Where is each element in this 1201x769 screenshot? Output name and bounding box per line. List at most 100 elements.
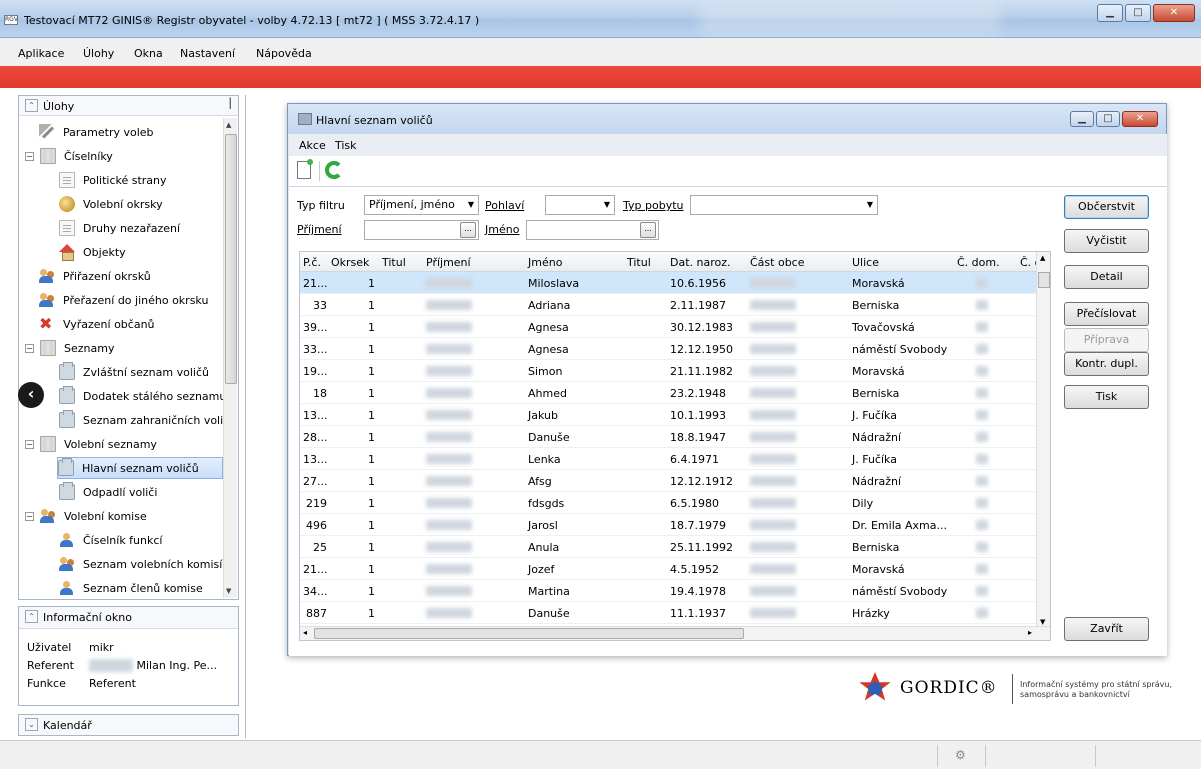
- collapse-node-icon[interactable]: −: [25, 343, 34, 353]
- col-ulice[interactable]: Ulice: [852, 256, 879, 269]
- cell-datum-narozeni: 10.6.1956: [670, 277, 726, 290]
- menu-okna[interactable]: Okna: [134, 47, 163, 60]
- tasks-panel-header[interactable]: ⌃ Úlohy ꟾ: [19, 96, 238, 116]
- renumber-button[interactable]: Přečíslovat: [1064, 302, 1149, 326]
- inner-close-button[interactable]: ✕: [1122, 111, 1158, 127]
- tree-item-zahranicni-volici[interactable]: Seznam zahraničních voličů: [59, 409, 224, 431]
- tree-item-politicke-strany[interactable]: Politické strany: [59, 169, 167, 191]
- scroll-thumb[interactable]: [314, 628, 744, 639]
- expand-icon[interactable]: ⌄: [25, 718, 38, 731]
- scroll-down-icon[interactable]: ▼: [226, 587, 231, 595]
- scroll-down-icon[interactable]: ▼: [1040, 618, 1045, 626]
- tree-item-zvlastni-seznam[interactable]: Zvláštní seznam voličů: [59, 361, 209, 383]
- menu-tisk[interactable]: Tisk: [335, 139, 357, 152]
- table-hscroll[interactable]: ◂ ▸: [300, 626, 1050, 640]
- maximize-button[interactable]: □: [1125, 4, 1151, 22]
- tree-item-volebni-komise[interactable]: − Volební komise: [25, 505, 147, 527]
- residence-type-select[interactable]: ▼: [690, 195, 878, 215]
- table-row[interactable]: 39... 1 Agnesa 30.12.1983 Tovačovská: [300, 316, 1040, 338]
- collapse-icon[interactable]: ⌃: [25, 610, 38, 623]
- menu-aplikace[interactable]: Aplikace: [18, 47, 64, 60]
- table-row[interactable]: 21... 1 Miloslava 10.6.1956 Moravská: [300, 272, 1040, 294]
- table-row[interactable]: 18 1 Ahmed 23.2.1948 Berniska: [300, 382, 1040, 404]
- menu-akce[interactable]: Akce: [299, 139, 326, 152]
- collapse-node-icon[interactable]: −: [25, 439, 34, 449]
- collapse-node-icon[interactable]: −: [25, 511, 34, 521]
- info-panel-header[interactable]: ⌃ Informační okno: [19, 607, 238, 629]
- redacted-cell: [426, 410, 472, 420]
- tree-item-dodatek[interactable]: Dodatek stálého seznamu: [59, 385, 224, 407]
- tree-item-volebni-okrsky[interactable]: Volební okrsky: [59, 193, 163, 215]
- inner-maximize-button[interactable]: □: [1096, 111, 1120, 127]
- detail-button[interactable]: Detail: [1064, 265, 1149, 289]
- scroll-right-icon[interactable]: ▸: [1028, 628, 1032, 637]
- table-row[interactable]: 21... 1 Jozef 4.5.1952 Moravská: [300, 558, 1040, 580]
- close-button[interactable]: ✕: [1153, 4, 1195, 22]
- tree-item-objekty[interactable]: Objekty: [59, 241, 126, 263]
- col-datum-narozeni[interactable]: Dat. naroz.: [670, 256, 731, 269]
- calendar-panel[interactable]: ⌄ Kalendář: [18, 714, 239, 736]
- collapse-node-icon[interactable]: −: [25, 151, 34, 161]
- table-row[interactable]: 25 1 Anula 25.11.1992 Berniska: [300, 536, 1040, 558]
- tree-item-ciselnik-funkci[interactable]: Číselník funkcí: [59, 529, 162, 551]
- table-row[interactable]: 34... 1 Martina 19.4.1978 náměstí Svobody: [300, 580, 1040, 602]
- filter-type-select[interactable]: Příjmení, jméno ▼: [364, 195, 479, 215]
- gender-select[interactable]: ▼: [545, 195, 615, 215]
- tree-item-vyrazeni-obcanu[interactable]: Vyřazení občanů: [39, 313, 155, 335]
- table-row[interactable]: 19... 1 Simon 21.11.1982 Moravská: [300, 360, 1040, 382]
- scroll-left-icon[interactable]: ◂: [303, 628, 307, 637]
- tree-item-prerazeni-okrsku[interactable]: Přeřazení do jiného okrsku: [39, 289, 208, 311]
- tree-item-odpadli-volici[interactable]: Odpadlí voliči: [59, 481, 157, 503]
- refresh-icon[interactable]: [325, 161, 343, 179]
- scroll-thumb[interactable]: [1038, 272, 1050, 288]
- back-arrow-icon[interactable]: ‹: [18, 382, 44, 408]
- menu-nastaveni[interactable]: Nastavení: [180, 47, 235, 60]
- tree-item-prirazeni-okrsku[interactable]: Přiřazení okrsků: [39, 265, 151, 287]
- col-okrsek[interactable]: Okrsek: [331, 256, 369, 269]
- tree-item-seznam-komisi[interactable]: Seznam volebních komisí: [59, 553, 222, 575]
- check-duplicates-button[interactable]: Kontr. dupl.: [1064, 352, 1149, 376]
- table-row[interactable]: 13... 1 Lenka 6.4.1971 J. Fučíka: [300, 448, 1040, 470]
- col-cislo-domu[interactable]: Č. dom.: [957, 256, 1000, 269]
- tree-item-seznamy[interactable]: − Seznamy: [25, 337, 114, 359]
- table-row[interactable]: 219 1 fdsgds 6.5.1980 Dily: [300, 492, 1040, 514]
- table-vscroll[interactable]: ▲ ▼: [1036, 252, 1050, 628]
- firstname-browse-button[interactable]: ...: [640, 222, 656, 238]
- col-prijmeni[interactable]: Příjmení: [426, 256, 471, 269]
- table-row[interactable]: 27... 1 Afsg 12.12.1912 Nádražní: [300, 470, 1040, 492]
- tree-item-clenove-komise[interactable]: Seznam členů komise: [59, 577, 203, 598]
- tree-item-druhy-nezarazeni[interactable]: Druhy nezařazení: [59, 217, 180, 239]
- pin-icon[interactable]: ꟾ: [228, 98, 232, 112]
- clear-button[interactable]: Vyčistit: [1064, 229, 1149, 253]
- table-row[interactable]: 496 1 Jarosl 18.7.1979 Dr. Emila Axma...: [300, 514, 1040, 536]
- collapse-icon[interactable]: ⌃: [25, 99, 38, 112]
- tree-scrollbar[interactable]: ▲ ▼: [223, 118, 237, 598]
- surname-browse-button[interactable]: ...: [460, 222, 476, 238]
- tree-item-volebni-seznamy[interactable]: − Volební seznamy: [25, 433, 157, 455]
- inner-minimize-button[interactable]: ▁: [1070, 111, 1094, 127]
- close-window-button[interactable]: Zavřít: [1064, 617, 1149, 641]
- new-document-icon[interactable]: [297, 159, 313, 179]
- print-button[interactable]: Tisk: [1064, 385, 1149, 409]
- col-titul[interactable]: Titul: [382, 256, 406, 269]
- menu-ulohy[interactable]: Úlohy: [83, 47, 114, 60]
- menu-napoveda[interactable]: Nápověda: [256, 47, 312, 60]
- table-row[interactable]: 33... 1 Agnesa 12.12.1950 náměstí Svobody: [300, 338, 1040, 360]
- tree-item-ciselniky[interactable]: − Číselníky: [25, 145, 113, 167]
- col-pc[interactable]: P.č.: [303, 256, 321, 269]
- prepare-button[interactable]: Příprava: [1064, 328, 1149, 352]
- col-cast-obce[interactable]: Část obce: [750, 256, 805, 269]
- table-row[interactable]: 28... 1 Danuše 18.8.1947 Nádražní: [300, 426, 1040, 448]
- table-row[interactable]: 33 1 Adriana 2.11.1987 Berniska: [300, 294, 1040, 316]
- table-row[interactable]: 887 1 Danuše 11.1.1937 Hrázky: [300, 602, 1040, 624]
- scroll-up-icon[interactable]: ▲: [226, 121, 231, 129]
- col-jmeno[interactable]: Jméno: [528, 256, 562, 269]
- tree-item-parametry-voleb[interactable]: Parametry voleb: [39, 121, 154, 143]
- scroll-up-icon[interactable]: ▲: [1040, 254, 1045, 262]
- scroll-thumb[interactable]: [225, 134, 237, 384]
- minimize-button[interactable]: ▁: [1097, 4, 1123, 22]
- table-row[interactable]: 13... 1 Jakub 10.1.1993 J. Fučíka: [300, 404, 1040, 426]
- refresh-button[interactable]: Občerstvit: [1064, 195, 1149, 219]
- col-titul-2[interactable]: Titul: [627, 256, 651, 269]
- tree-item-hlavni-seznam[interactable]: Hlavní seznam voličů: [57, 457, 223, 479]
